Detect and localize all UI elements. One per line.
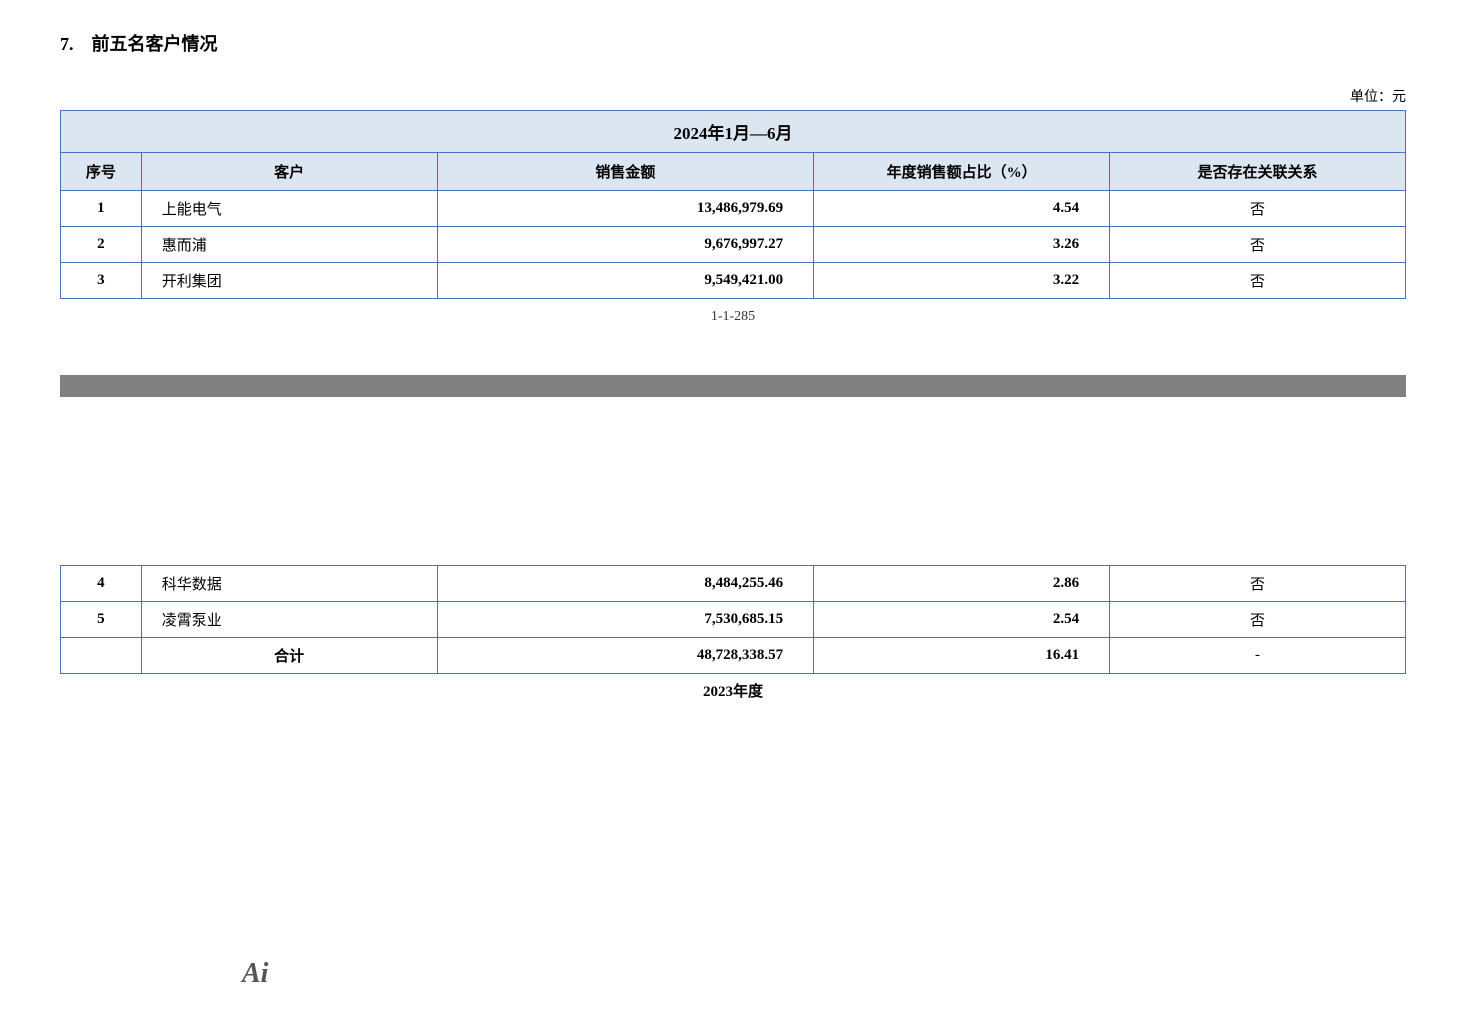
cell-sales-amount: 8,484,255.46 [437,566,814,602]
bottom-table: 4 科华数据 8,484,255.46 2.86 否 5 凌霄泵业 7,530,… [60,565,1406,674]
col-index: 序号 [61,153,142,191]
cell-related-party: 否 [1110,263,1406,299]
cell-sales-amount: 13,486,979.69 [437,191,814,227]
period-header: 2024年1月—6月 [61,111,1406,153]
cell-sales-amount: 9,549,421.00 [437,263,814,299]
cell-sales-ratio: 3.22 [814,263,1110,299]
column-header-row: 序号 客户 销售金额 年度销售额占比（%） 是否存在关联关系 [61,153,1406,191]
page-container: 7. 前五名客户情况 单位：元 2024年1月—6月 序号 客户 销售金额 年度… [0,0,1466,1014]
cell-sales-amount: 48,728,338.57 [437,638,814,674]
col-sales-ratio: 年度销售额占比（%） [814,153,1110,191]
cell-related-party: 否 [1110,191,1406,227]
cell-sales-ratio: 4.54 [814,191,1110,227]
table-row: 1 上能电气 13,486,979.69 4.54 否 [61,191,1406,227]
cell-index: 3 [61,263,142,299]
unit-label: 单位：元 [60,86,1406,106]
cell-index: 4 [61,566,142,602]
next-period-label: 2023年度 [60,680,1406,701]
top-table: 2024年1月—6月 序号 客户 销售金额 年度销售额占比（%） 是否存在关联关… [60,110,1406,299]
cell-customer: 凌霄泵业 [141,602,437,638]
bottom-section: 4 科华数据 8,484,255.46 2.86 否 5 凌霄泵业 7,530,… [60,565,1406,701]
col-related-party: 是否存在关联关系 [1110,153,1406,191]
col-sales-amount: 销售金额 [437,153,814,191]
cell-index: 1 [61,191,142,227]
gray-bar-area [60,355,1406,435]
cell-sales-ratio: 3.26 [814,227,1110,263]
cell-sales-amount: 9,676,997.27 [437,227,814,263]
cell-related-party: - [1110,638,1406,674]
cell-related-party: 否 [1110,602,1406,638]
cell-customer: 惠而浦 [141,227,437,263]
cell-related-party: 否 [1110,566,1406,602]
cell-index [61,638,142,674]
cell-sales-ratio: 2.54 [814,602,1110,638]
section-number: 7. [60,34,74,54]
table-row: 4 科华数据 8,484,255.46 2.86 否 [61,566,1406,602]
cell-related-party: 否 [1110,227,1406,263]
table-row: 合计 48,728,338.57 16.41 - [61,638,1406,674]
cell-index: 5 [61,602,142,638]
table-row: 2 惠而浦 9,676,997.27 3.26 否 [61,227,1406,263]
cell-index: 2 [61,227,142,263]
table-row: 5 凌霄泵业 7,530,685.15 2.54 否 [61,602,1406,638]
cell-sales-amount: 7,530,685.15 [437,602,814,638]
cell-sales-ratio: 16.41 [814,638,1110,674]
table-row: 3 开利集团 9,549,421.00 3.22 否 [61,263,1406,299]
section-title: 7. 前五名客户情况 [60,30,1406,56]
gray-bar [60,375,1406,397]
cell-customer: 开利集团 [141,263,437,299]
col-customer: 客户 [141,153,437,191]
page-number: 1-1-285 [60,309,1406,325]
cell-sales-ratio: 2.86 [814,566,1110,602]
ai-label: Ai [242,958,268,990]
cell-customer: 上能电气 [141,191,437,227]
cell-customer: 合计 [141,638,437,674]
section-title-text: 前五名客户情况 [92,34,218,54]
period-header-row: 2024年1月—6月 [61,111,1406,153]
cell-customer: 科华数据 [141,566,437,602]
